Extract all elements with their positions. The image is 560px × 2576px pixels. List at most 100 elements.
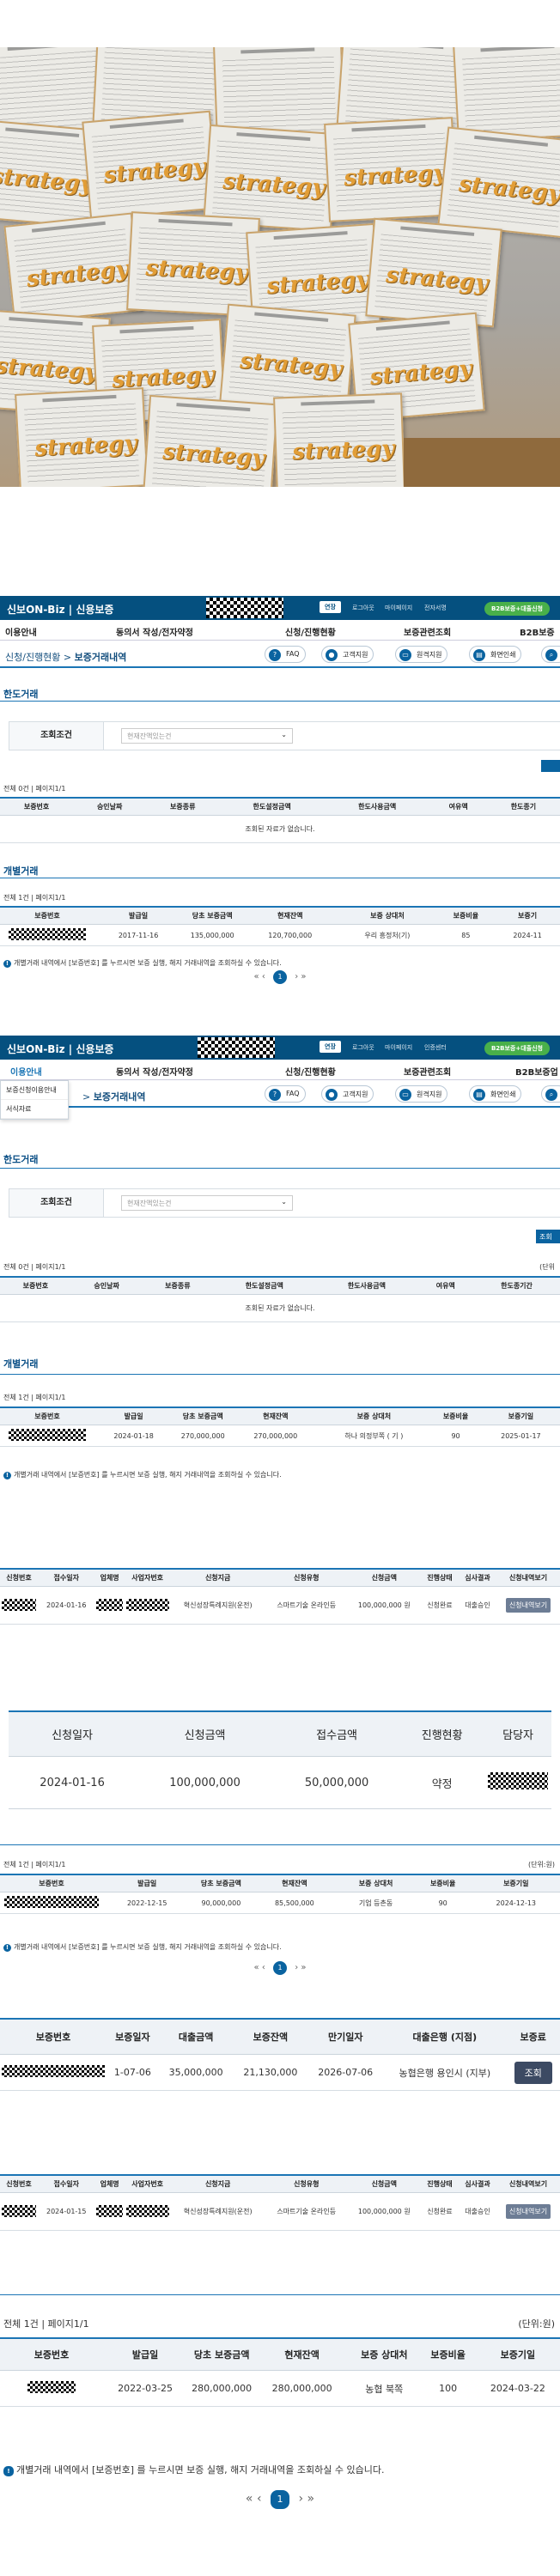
menu-inquiry[interactable]: 보증관련조회	[404, 625, 451, 638]
support-button[interactable]: ● 고객지원	[321, 646, 374, 663]
page-number[interactable]: 1	[273, 1961, 287, 1975]
page-number[interactable]: 1	[271, 2490, 289, 2509]
chevron-down-icon: ⌄	[281, 731, 287, 738]
table-row: 조회된 자료가 없습니다.	[0, 1294, 560, 1322]
pagination: « ‹ 1 › »	[0, 970, 560, 984]
redacted-cell	[96, 2204, 123, 2217]
table-row: 2024-01-15 혁신성장특례지원(운전) 스마트기술 온라인등 100,000…	[0, 2192, 560, 2231]
esign-link[interactable]: 전자서명	[424, 604, 447, 612]
monitor-icon: ▭	[399, 649, 411, 661]
extend-button[interactable]: 연장	[320, 601, 341, 613]
next-page-button[interactable]: ›	[298, 2492, 303, 2506]
table-row: 2024-01-18 270,000,000 270,000,000 하나 의정부쪽 …	[0, 1425, 560, 1447]
print-button[interactable]: ▤ 화면인쇄	[469, 1085, 522, 1103]
fee-query-button[interactable]: 조회	[514, 2061, 552, 2084]
limit-table: 보증번호 승인날짜 보증종류 한도설정금액 한도사용금액 여유액 한도종기간 조회된 자료가…	[0, 1276, 560, 1322]
redacted-block	[206, 598, 283, 618]
filter-label: 조회조건	[9, 1189, 104, 1217]
cert-link[interactable]: 인증센터	[424, 1043, 447, 1052]
redacted-cell	[125, 2204, 169, 2217]
menu-guide[interactable]: 이용안내	[10, 1065, 42, 1078]
next-page-button[interactable]: ›	[295, 1963, 298, 1972]
menu-consent[interactable]: 동의서 작성/전자약정	[116, 1065, 193, 1078]
unit-label: (단위	[539, 1263, 555, 1271]
indiv-table-3: 보증번호 발급일 당초 보증금액 현재잔액 보증 상대처 보증비율 보증기일 2022-12…	[0, 1874, 560, 1914]
brand-name: 신보ON-Biz	[7, 1043, 65, 1055]
filter-box: 조회조건 현재잔액있는건 ⌄	[9, 721, 560, 750]
faq-button[interactable]: ? FAQ	[265, 1085, 306, 1103]
person-icon: ●	[326, 649, 338, 661]
last-page-button[interactable]: »	[301, 1963, 306, 1972]
first-page-button[interactable]: «	[246, 2492, 253, 2506]
info-icon: !	[3, 2466, 14, 2476]
unit-label: (단위:원)	[518, 2318, 555, 2330]
breadcrumb-bar: 신청/진행현황 > 보증거래내역 ? FAQ ● 고객지원 ▭ 원격지원 ▤ 화면인쇄 …	[0, 642, 560, 668]
menu-b2b[interactable]: B2B보증	[520, 625, 555, 638]
remote-button[interactable]: ▭ 원격지원	[395, 646, 448, 663]
indiv-table: 보증번호 발급일 당초 보증금액 현재잔액 보증 상대처 보증비율 보증기 2017-11-…	[0, 906, 560, 946]
menu-consent[interactable]: 동의서 작성/전자약정	[116, 625, 193, 638]
menu-status[interactable]: 신청/진행현황	[285, 625, 336, 638]
loan-table: 보증번호 보증일자 대출금액 보증잔액 만기일자 대출은행 (지점) 보증료 1-07-06…	[0, 2018, 560, 2091]
breadcrumb-home[interactable]: 신청/진행현황	[5, 652, 60, 663]
next-page-button[interactable]: ›	[295, 972, 298, 981]
print-button[interactable]: ▤ 화면인쇄	[469, 646, 522, 663]
brand-sub: 신용보증	[76, 1043, 114, 1055]
menu-guide[interactable]: 이용안내	[5, 625, 37, 638]
page-number[interactable]: 1	[273, 970, 287, 984]
application-table-2: 신청번호 접수일자 업체명 사업자번호 신청지금 신청유형 신청금액 진행상태 심사결과 신청내역…	[0, 2174, 560, 2231]
search-button[interactable]: ⌕	[541, 646, 560, 663]
person-icon: ●	[326, 1089, 338, 1101]
view-application-button[interactable]: 신청내역보기	[505, 2204, 551, 2219]
mypage-link[interactable]: 마이페이지	[385, 604, 412, 612]
brand-sub: 신용보증	[76, 604, 114, 616]
filter-select[interactable]: 현재잔액있는건 ⌄	[121, 1195, 293, 1211]
info-note: ! 개별거래 내역에서 [보증번호] 를 누르시면 보증 실행, 해지 거래내역을…	[3, 958, 282, 968]
unit-label: (단위:원)	[527, 1861, 555, 1868]
prev-page-button[interactable]: ‹	[262, 972, 265, 981]
redacted-cell	[2, 2204, 37, 2217]
mypage-link[interactable]: 마이페이지	[385, 1043, 412, 1052]
redacted-manager	[488, 1772, 548, 1789]
logout-link[interactable]: 로그아웃	[352, 1043, 374, 1052]
monitor-icon: ▭	[399, 1089, 411, 1101]
redacted-block	[198, 1037, 275, 1058]
last-page-button[interactable]: »	[301, 972, 306, 981]
first-page-button[interactable]: «	[254, 1963, 259, 1972]
faq-icon: ?	[269, 649, 281, 661]
guarantee-number-link[interactable]	[9, 1429, 86, 1441]
b2b-apply-button[interactable]: B2B보증+대출신청	[484, 1042, 550, 1055]
prev-page-button[interactable]: ‹	[262, 1963, 265, 1972]
application-summary-table: 신청일자 신청금액 접수금액 진행현황 담당자 2024-01-16 100,000,00…	[9, 1710, 551, 1809]
logout-link[interactable]: 로그아웃	[352, 604, 374, 612]
search-button[interactable]: ⌕	[541, 1085, 560, 1103]
dropdown-item[interactable]: 보증신청이용안내	[1, 1081, 68, 1100]
query-button[interactable]	[541, 760, 560, 772]
filter-select[interactable]: 현재잔액있는건 ⌄	[121, 728, 293, 744]
top-bar: 신보ON-Biz | 신용보증 연장 로그아웃 마이페이지 전자서명 B2B보증…	[0, 596, 560, 620]
menu-b2b[interactable]: B2B보증업	[515, 1065, 558, 1078]
last-page-button[interactable]: »	[307, 2492, 315, 2506]
guarantee-number-link[interactable]	[27, 2381, 76, 2393]
print-icon: ▤	[473, 649, 485, 661]
table-row: 2024-01-16 혁신성장특례지원(운전) 스마트기술 온라인등 100,000…	[0, 1586, 560, 1625]
query-button[interactable]: 조회	[536, 1230, 560, 1243]
guarantee-number-link[interactable]	[4, 1896, 99, 1908]
faq-button[interactable]: ? FAQ	[265, 646, 306, 663]
first-page-button[interactable]: «	[254, 972, 259, 981]
remote-button[interactable]: ▭ 원격지원	[395, 1085, 448, 1103]
pagination: « ‹ 1 › »	[0, 2490, 560, 2509]
indiv-section-title: 개별거래	[3, 1358, 39, 1370]
extend-button[interactable]: 연장	[320, 1041, 341, 1053]
menu-status[interactable]: 신청/진행현황	[285, 1065, 336, 1078]
prev-page-button[interactable]: ‹	[257, 2492, 262, 2506]
menu-inquiry[interactable]: 보증관련조회	[404, 1065, 451, 1078]
dropdown-item[interactable]: 서식자료	[1, 1100, 68, 1119]
guarantee-number-link[interactable]	[9, 928, 86, 940]
breadcrumb: 신청/진행현황 > 보증거래내역	[5, 652, 127, 663]
limit-section-title: 한도거래	[3, 689, 39, 700]
view-application-button[interactable]: 신청내역보기	[505, 1598, 551, 1613]
b2b-apply-button[interactable]: B2B보증+대출신청	[484, 602, 550, 616]
limit-meta: 전체 0건 | 페이지1/1	[3, 1263, 66, 1271]
support-button[interactable]: ● 고객지원	[321, 1085, 374, 1103]
